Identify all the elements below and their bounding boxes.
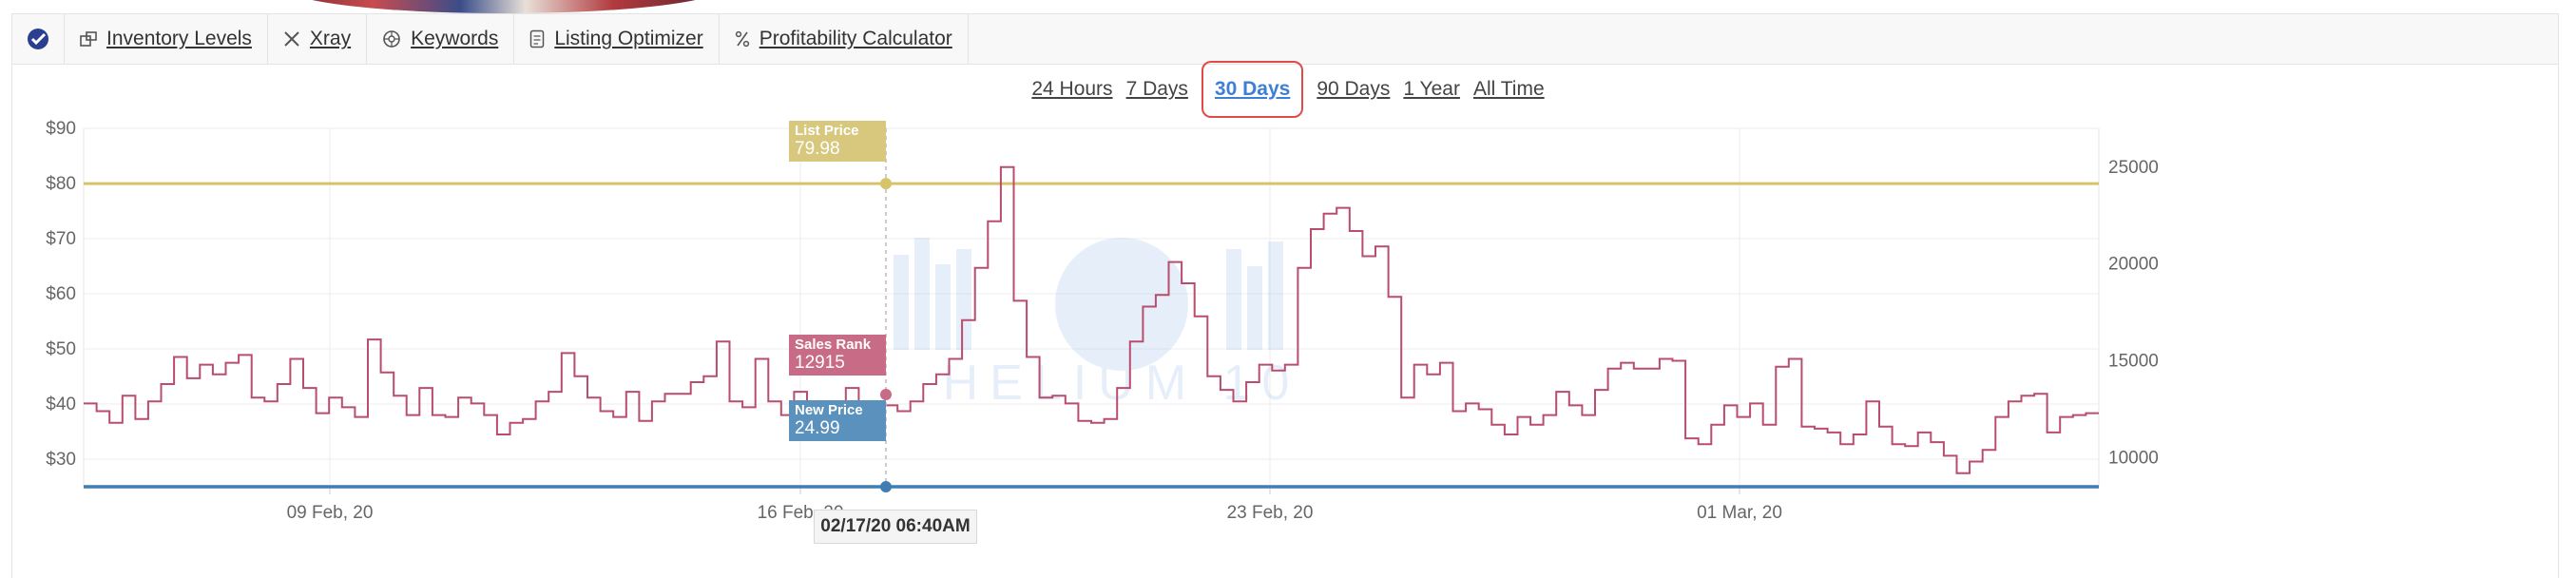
date-axis: 09 Feb, 20 16 Feb, 20 23 Feb, 20 01 Mar, 20 — [287, 487, 1782, 523]
sales-rank-label: Sales Rank 12915 — [789, 335, 886, 376]
keywords-icon — [383, 30, 400, 48]
keywords-link[interactable]: Keywords — [367, 14, 515, 64]
hover-date-tooltip: 02/17/20 06:40AM — [814, 510, 977, 544]
inventory-levels-label: Inventory Levels — [106, 28, 252, 49]
new-price-marker — [880, 481, 892, 493]
inventory-levels-link[interactable]: Inventory Levels — [65, 14, 268, 64]
left-tick-label: $90 — [46, 119, 76, 139]
left-tick-label: $60 — [46, 284, 76, 304]
chart-watermark: HELIUM 10 — [894, 238, 1289, 411]
sales-rank-value: 12915 — [795, 352, 845, 373]
xray-icon — [284, 31, 299, 47]
keywords-label: Keywords — [411, 28, 499, 49]
price-history-chart: HELIUM 10 $90 $80 $70 $60 $50 $40 $30 25000 200… — [46, 119, 2159, 523]
listing-optimizer-icon — [530, 29, 545, 48]
range-24-hours[interactable]: 24 Hours — [1031, 78, 1112, 101]
sales-rank-marker — [880, 389, 892, 400]
helium-logo[interactable] — [12, 14, 65, 64]
range-1-year[interactable]: 1 Year — [1403, 78, 1460, 101]
range-all-time[interactable]: All Time — [1473, 78, 1545, 101]
list-price-label: List Price 79.98 — [789, 121, 886, 163]
left-tick-label: $30 — [46, 450, 76, 470]
left-tick-label: $80 — [46, 174, 76, 194]
right-rank-axis: 25000 20000 15000 10000 — [2108, 158, 2159, 469]
list-price-marker — [880, 178, 892, 190]
profitability-calculator-link[interactable]: Profitability Calculator — [720, 14, 969, 64]
range-90-days[interactable]: 90 Days — [1317, 78, 1390, 101]
left-price-axis: $90 $80 $70 $60 $50 $40 $30 — [46, 119, 76, 470]
sales-rank-title: Sales Rank — [795, 337, 872, 353]
listing-optimizer-link[interactable]: Listing Optimizer — [514, 14, 720, 64]
left-tick-label: $50 — [46, 339, 76, 359]
percent-icon — [735, 30, 749, 48]
product-banner-image — [285, 0, 722, 13]
x-tick-label: 09 Feb, 20 — [287, 503, 374, 523]
check-badge-icon — [28, 29, 48, 49]
new-price-label: New Price 24.99 — [789, 400, 886, 442]
x-tick-label: 23 Feb, 20 — [1227, 503, 1314, 523]
list-price-title: List Price — [795, 123, 859, 139]
right-tick-label: 20000 — [2108, 255, 2159, 275]
x-tick-label: 01 Mar, 20 — [1697, 503, 1782, 523]
range-7-days[interactable]: 7 Days — [1126, 78, 1188, 101]
new-price-value: 24.99 — [795, 417, 840, 438]
right-tick-label: 25000 — [2108, 158, 2159, 178]
new-price-title: New Price — [795, 402, 863, 418]
right-tick-label: 15000 — [2108, 352, 2159, 372]
left-tick-label: $70 — [46, 229, 76, 249]
right-tick-label: 10000 — [2108, 448, 2159, 468]
list-price-value: 79.98 — [795, 138, 840, 159]
tool-toolbar: Inventory Levels Xray Keywords Listing O… — [11, 13, 2559, 65]
xray-label: Xray — [309, 28, 352, 49]
xray-link[interactable]: Xray — [268, 14, 368, 64]
left-tick-label: $40 — [46, 395, 76, 414]
profitability-calculator-label: Profitability Calculator — [759, 28, 952, 49]
listing-optimizer-label: Listing Optimizer — [554, 28, 703, 49]
inventory-icon — [80, 31, 97, 47]
